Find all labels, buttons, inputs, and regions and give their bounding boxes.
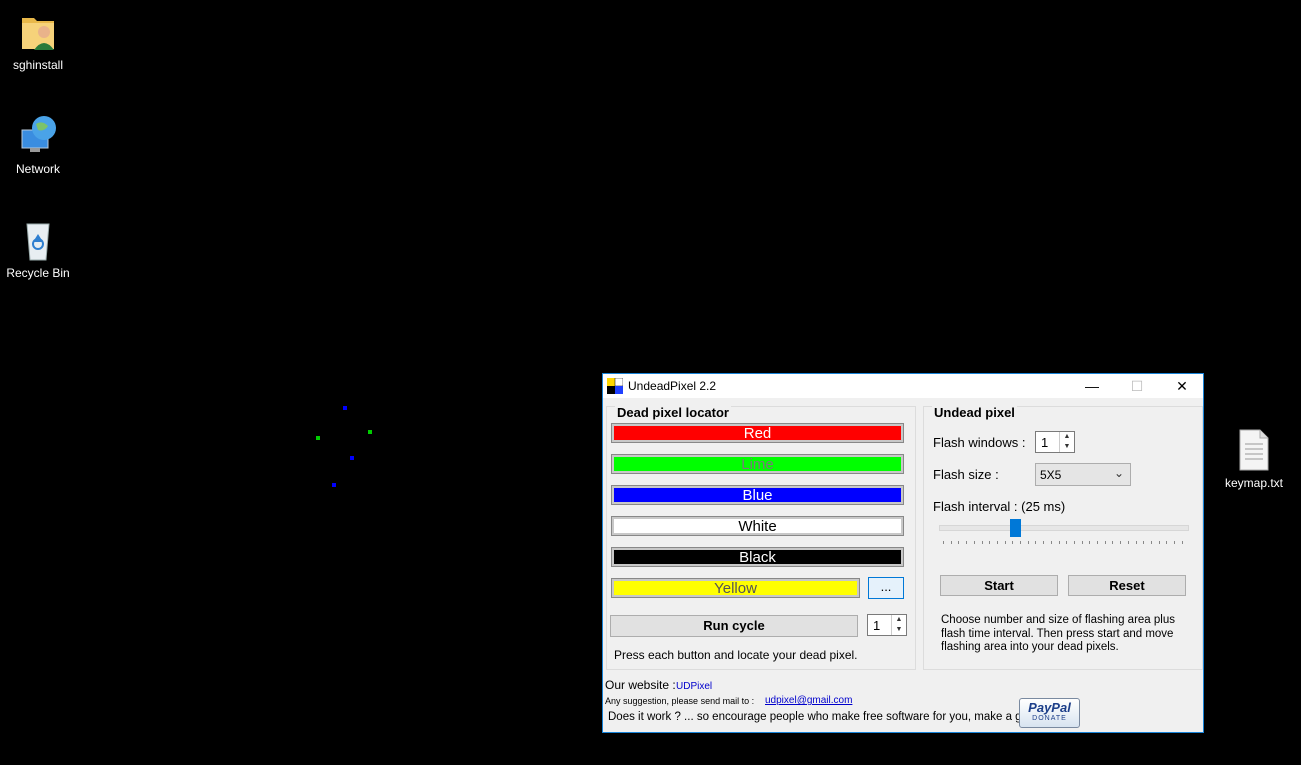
slider-tick [1158, 541, 1160, 544]
slider-tick [1035, 541, 1037, 544]
desktop-icon-label: keymap.txt [1224, 476, 1284, 490]
group-title-locator: Dead pixel locator [615, 405, 731, 420]
minimize-button[interactable]: — [1069, 374, 1115, 398]
flash-pixel [343, 406, 347, 410]
text-file-icon [1234, 428, 1274, 472]
slider-tick [996, 541, 998, 544]
undeadpixel-window: UndeadPixel 2.2 — ☐ ✕ Dead pixel locator… [602, 373, 1204, 733]
user-folder-icon [18, 10, 58, 54]
stepper-arrows[interactable]: ▲ ▼ [891, 615, 906, 635]
slider-tick [1143, 541, 1145, 544]
start-button[interactable]: Start [940, 575, 1058, 596]
recycle-bin-icon [18, 218, 58, 262]
lime-button[interactable]: Lime [611, 454, 904, 474]
title-bar[interactable]: UndeadPixel 2.2 — ☐ ✕ [603, 374, 1203, 398]
paypal-donate-label: DONATE [1032, 715, 1067, 722]
flash-pixel [332, 483, 336, 487]
white-button[interactable]: White [611, 516, 904, 536]
flash-interval-slider-thumb[interactable] [1010, 519, 1022, 537]
slider-tick [1127, 541, 1129, 544]
slider-tick [989, 541, 991, 544]
desktop-icon-network[interactable]: Network [0, 114, 76, 176]
slider-tick [950, 541, 952, 544]
slider-tick [1097, 541, 1098, 544]
slider-tick [1050, 541, 1052, 544]
paypal-donate-button[interactable]: PayPal DONATE [1019, 698, 1080, 728]
run-cycle-button[interactable]: Run cycle [610, 615, 858, 637]
desktop-icon-recycle-bin[interactable]: Recycle Bin [0, 218, 76, 280]
flash-windows-label: Flash windows : [933, 435, 1026, 450]
custom-color-button[interactable]: ... [868, 577, 904, 599]
close-button[interactable]: ✕ [1159, 374, 1205, 398]
stepper-down-icon[interactable]: ▼ [892, 625, 906, 635]
desktop-icon-label: Recycle Bin [6, 266, 70, 280]
slider-tick [1027, 541, 1029, 544]
slider-tick [1020, 541, 1021, 544]
maximize-button: ☐ [1130, 378, 1144, 394]
mail-label: Any suggestion, please send mail to : [605, 696, 755, 706]
gift-text: Does it work ? ... so encourage people w… [608, 711, 1037, 723]
website-link[interactable]: UDPixel [676, 681, 712, 692]
slider-tick [943, 541, 944, 544]
flash-interval-slider-track[interactable] [939, 525, 1189, 531]
flash-pixel [350, 456, 354, 460]
desktop-icon-sghinstall[interactable]: sghinstall [0, 10, 76, 72]
stepper-arrows[interactable]: ▲ ▼ [1059, 432, 1074, 452]
red-button[interactable]: Red [611, 423, 904, 443]
flash-size-value: 5X5 [1040, 468, 1062, 482]
slider-tick [981, 541, 983, 544]
cycle-count-value: 1 [873, 618, 881, 633]
slider-tick [1150, 541, 1152, 544]
flash-windows-value: 1 [1041, 435, 1049, 450]
black-button[interactable]: Black [611, 547, 904, 567]
undead-description: Choose number and size of flashing area … [941, 614, 1175, 653]
flash-size-label: Flash size : [933, 467, 999, 482]
flash-size-select[interactable]: 5X5 ⌄ [1035, 463, 1131, 486]
app-icon [607, 377, 624, 394]
slider-tick [1120, 541, 1122, 544]
slider-tick [1081, 541, 1083, 544]
website-label: Our website : [605, 678, 676, 692]
slider-tick [1166, 541, 1168, 544]
blue-button[interactable]: Blue [611, 485, 904, 505]
slider-tick [1174, 541, 1175, 544]
stepper-up-icon[interactable]: ▲ [1060, 432, 1074, 442]
mail-link[interactable]: udpixel@gmail.com [765, 695, 852, 706]
slider-tick [973, 541, 975, 544]
slider-tick [1058, 541, 1060, 544]
yellow-button[interactable]: Yellow [611, 578, 860, 598]
slider-tick [1135, 541, 1137, 544]
slider-ticks [943, 541, 1183, 544]
slider-tick [1004, 541, 1006, 544]
window-title: UndeadPixel 2.2 [628, 379, 717, 393]
slider-tick [1043, 541, 1045, 544]
slider-tick [1012, 541, 1014, 544]
slider-tick [958, 541, 960, 544]
network-globe-icon [18, 114, 58, 158]
chevron-down-icon: ⌄ [1113, 466, 1124, 480]
flash-interval-label: Flash interval : (25 ms) [933, 499, 1066, 514]
desktop-icon-label: Network [15, 162, 60, 176]
stepper-down-icon[interactable]: ▼ [1060, 442, 1074, 452]
slider-tick [1181, 541, 1183, 544]
stepper-up-icon[interactable]: ▲ [892, 615, 906, 625]
reset-button[interactable]: Reset [1068, 575, 1186, 596]
desktop-icon-keymap[interactable]: keymap.txt [1216, 428, 1292, 490]
slider-tick [1112, 541, 1114, 544]
flash-pixel [316, 436, 320, 440]
slider-tick [1073, 541, 1075, 544]
flash-pixel [368, 430, 372, 434]
cycle-count-stepper[interactable]: 1 ▲ ▼ [867, 614, 907, 636]
slider-tick [966, 541, 968, 544]
desktop-icon-label: sghinstall [12, 58, 64, 72]
slider-tick [1089, 541, 1091, 544]
flash-windows-stepper[interactable]: 1 ▲ ▼ [1035, 431, 1075, 453]
slider-tick [1104, 541, 1106, 544]
locator-hint: Press each button and locate your dead p… [614, 648, 858, 662]
slider-tick [1066, 541, 1068, 544]
paypal-logo: PayPal [1028, 700, 1071, 715]
group-title-undead: Undead pixel [932, 405, 1017, 420]
